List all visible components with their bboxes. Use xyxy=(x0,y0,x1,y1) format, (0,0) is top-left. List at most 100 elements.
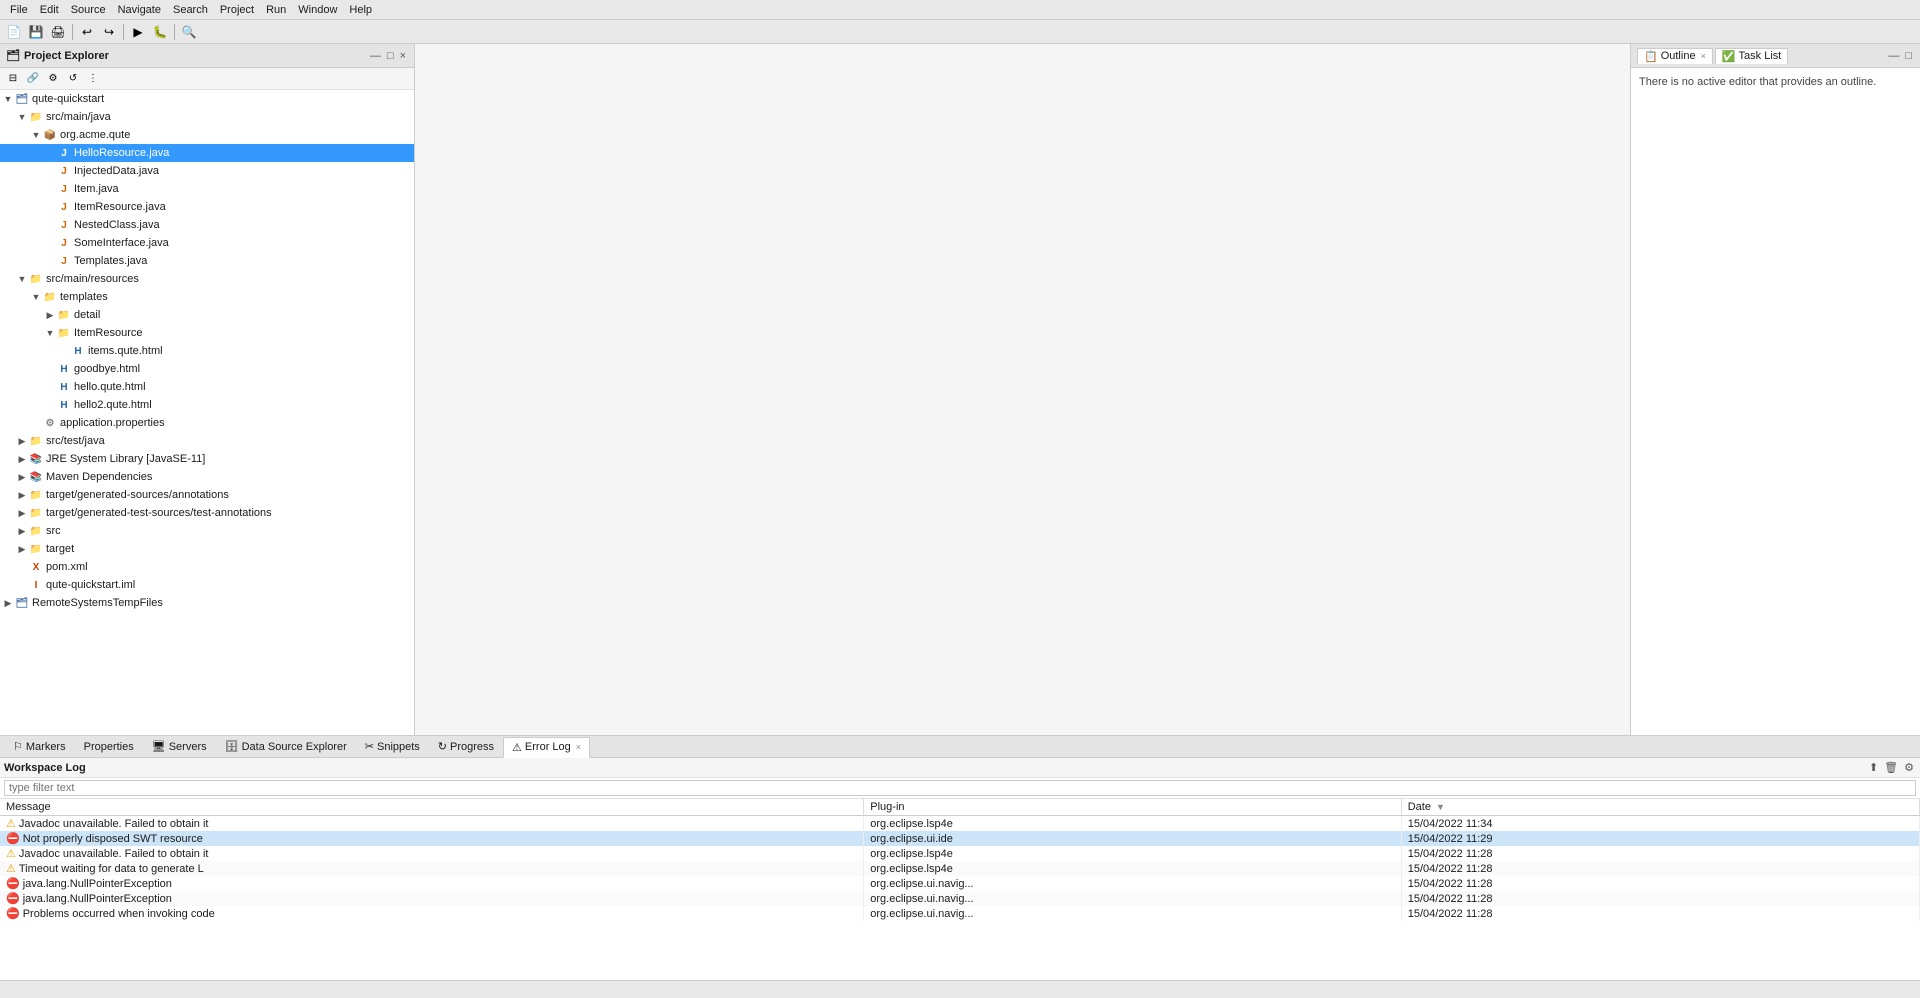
tree-label: HelloResource.java xyxy=(74,147,169,159)
tree-item-jre-system[interactable]: ▶📚JRE System Library [JavaSE-11] xyxy=(0,450,414,468)
tree-item-goodbye[interactable]: Hgoodbye.html xyxy=(0,360,414,378)
tree-sync[interactable]: ↺ xyxy=(64,71,82,87)
menu-run[interactable]: Run xyxy=(260,3,292,17)
table-row[interactable]: ⚠Javadoc unavailable. Failed to obtain i… xyxy=(0,846,1920,861)
table-row[interactable]: ⛔Not properly disposed SWT resource org.… xyxy=(0,831,1920,846)
menu-source[interactable]: Source xyxy=(65,3,112,17)
tree-label: src/main/java xyxy=(46,111,111,123)
warning-icon: ⚠ xyxy=(6,848,16,860)
outline-tab-close[interactable]: × xyxy=(1701,51,1706,61)
filter-input[interactable] xyxy=(4,780,1916,796)
tree-item-InjectedData[interactable]: JInjectedData.java xyxy=(0,162,414,180)
tree-item-src-test-java[interactable]: ▶📁src/test/java xyxy=(0,432,414,450)
tree-item-NestedClass[interactable]: JNestedClass.java xyxy=(0,216,414,234)
tree-item-target-generated-test-sources[interactable]: ▶📁target/generated-test-sources/test-ann… xyxy=(0,504,414,522)
panel-maximize[interactable]: □ xyxy=(385,50,396,62)
tree-item-target-generated-sources[interactable]: ▶📁target/generated-sources/annotations xyxy=(0,486,414,504)
java-icon: J xyxy=(56,163,72,179)
tree-menu[interactable]: ⋮ xyxy=(84,71,102,87)
tab-close[interactable]: × xyxy=(576,742,581,752)
tree-item-qute-quickstart-iml[interactable]: Iqute-quickstart.iml xyxy=(0,576,414,594)
tree-item-HelloResource[interactable]: JHelloResource.java xyxy=(0,144,414,162)
tab-icon: ⚠ xyxy=(512,741,522,754)
table-row[interactable]: ⚠Timeout waiting for data to generate L … xyxy=(0,861,1920,876)
tree-item-templates[interactable]: ▼📁templates xyxy=(0,288,414,306)
error-icon: ⛔ xyxy=(6,833,20,845)
tree-item-detail[interactable]: ▶📁detail xyxy=(0,306,414,324)
log-export[interactable]: ⬆ xyxy=(1867,761,1880,774)
tree-collapse-all[interactable]: ⊟ xyxy=(4,71,22,87)
col-plugin[interactable]: Plug-in xyxy=(864,799,1401,816)
outline-minimize[interactable]: — xyxy=(1886,50,1901,62)
tree-item-src[interactable]: ▶📁src xyxy=(0,522,414,540)
bottom-tab-data-source-explorer[interactable]: 🗄Data Source Explorer xyxy=(216,736,356,757)
toolbar-new[interactable]: 📄 xyxy=(4,23,24,41)
tree-item-Item[interactable]: JItem.java xyxy=(0,180,414,198)
toolbar-undo[interactable]: ↩ xyxy=(77,23,97,41)
tab-icon: ⚐ xyxy=(13,740,23,753)
tree-label: SomeInterface.java xyxy=(74,237,169,249)
panel-close[interactable]: × xyxy=(398,50,408,62)
panel-minimize[interactable]: — xyxy=(368,50,383,62)
col-plugin-cell: org.eclipse.ui.navig... xyxy=(864,906,1401,921)
menu-navigate[interactable]: Navigate xyxy=(112,3,167,17)
table-row[interactable]: ⛔java.lang.NullPointerException org.ecli… xyxy=(0,876,1920,891)
table-row[interactable]: ⛔java.lang.NullPointerException org.ecli… xyxy=(0,891,1920,906)
project-explorer-title: 🗂 Project Explorer xyxy=(6,49,109,62)
toolbar-print[interactable]: 🖨 xyxy=(48,23,68,41)
menu-edit[interactable]: Edit xyxy=(34,3,65,17)
bottom-tab-markers[interactable]: ⚐Markers xyxy=(4,736,75,757)
table-row[interactable]: ⚠Javadoc unavailable. Failed to obtain i… xyxy=(0,816,1920,832)
menu-project[interactable]: Project xyxy=(214,3,260,17)
bottom-tab-error-log[interactable]: ⚠Error Log× xyxy=(503,737,590,758)
menu-search[interactable]: Search xyxy=(167,3,214,17)
log-filter[interactable]: ⚙ xyxy=(1902,761,1916,774)
tree-item-application-props[interactable]: ⚙application.properties xyxy=(0,414,414,432)
log-clear[interactable]: 🗑 xyxy=(1882,761,1900,774)
toolbar-save[interactable]: 💾 xyxy=(26,23,46,41)
tree-item-pom-xml[interactable]: Xpom.xml xyxy=(0,558,414,576)
col-date-cell: 15/04/2022 11:28 xyxy=(1401,861,1919,876)
tree-item-maven-deps[interactable]: ▶📚Maven Dependencies xyxy=(0,468,414,486)
tree-item-qute-quickstart[interactable]: ▼🗂qute-quickstart xyxy=(0,90,414,108)
tree-item-SomeInterface[interactable]: JSomeInterface.java xyxy=(0,234,414,252)
tree-item-ItemResource-folder[interactable]: ▼📁ItemResource xyxy=(0,324,414,342)
bottom-tab-properties[interactable]: Properties xyxy=(75,736,143,757)
tree-filter[interactable]: ⚙ xyxy=(44,71,62,87)
bottom-tab-servers[interactable]: 🖥Servers xyxy=(143,736,216,757)
tree-item-hello-qute[interactable]: Hhello.qute.html xyxy=(0,378,414,396)
folder-icon: 📁 xyxy=(28,109,44,125)
bottom-tab-snippets[interactable]: ✂Snippets xyxy=(356,736,429,757)
bottom-tab-progress[interactable]: ↻Progress xyxy=(429,736,503,757)
tree-item-target[interactable]: ▶📁target xyxy=(0,540,414,558)
tree-item-src-main-java[interactable]: ▼📁src/main/java xyxy=(0,108,414,126)
tree-item-ItemResource[interactable]: JItemResource.java xyxy=(0,198,414,216)
tree-item-RemoteSystemsTempFiles[interactable]: ▶🗂RemoteSystemsTempFiles xyxy=(0,594,414,612)
tab-task-list[interactable]: ✅ Task List xyxy=(1715,48,1789,64)
menu-file[interactable]: File xyxy=(4,3,34,17)
menu-help[interactable]: Help xyxy=(343,3,378,17)
col-date[interactable]: Date ▼ xyxy=(1401,799,1919,816)
outline-maximize[interactable]: □ xyxy=(1903,50,1914,62)
tree-item-hello2-qute[interactable]: Hhello2.qute.html xyxy=(0,396,414,414)
html-icon: H xyxy=(70,343,86,359)
error-log-tbody: ⚠Javadoc unavailable. Failed to obtain i… xyxy=(0,816,1920,922)
toolbar-search[interactable]: 🔍 xyxy=(179,23,199,41)
tab-label: Markers xyxy=(26,741,66,753)
tree-label: target/generated-test-sources/test-annot… xyxy=(46,507,272,519)
outline-panel: 📋 Outline × ✅ Task List — □ There is no … xyxy=(1630,44,1920,735)
tab-outline[interactable]: 📋 Outline × xyxy=(1637,48,1713,64)
tree-link-editor[interactable]: 🔗 xyxy=(24,71,42,87)
error-icon: ⛔ xyxy=(6,893,20,905)
menu-window[interactable]: Window xyxy=(292,3,343,17)
tree-item-Templates[interactable]: JTemplates.java xyxy=(0,252,414,270)
tree-item-src-main-resources[interactable]: ▼📁src/main/resources xyxy=(0,270,414,288)
tree-label: Templates.java xyxy=(74,255,147,267)
toolbar-run[interactable]: ▶ xyxy=(128,23,148,41)
tree-item-items-qute[interactable]: Hitems.qute.html xyxy=(0,342,414,360)
toolbar-debug[interactable]: 🐛 xyxy=(150,23,170,41)
tree-item-org-acme-qute[interactable]: ▼📦org.acme.qute xyxy=(0,126,414,144)
col-message[interactable]: Message xyxy=(0,799,864,816)
toolbar-redo[interactable]: ↪ xyxy=(99,23,119,41)
table-row[interactable]: ⛔Problems occurred when invoking code or… xyxy=(0,906,1920,921)
